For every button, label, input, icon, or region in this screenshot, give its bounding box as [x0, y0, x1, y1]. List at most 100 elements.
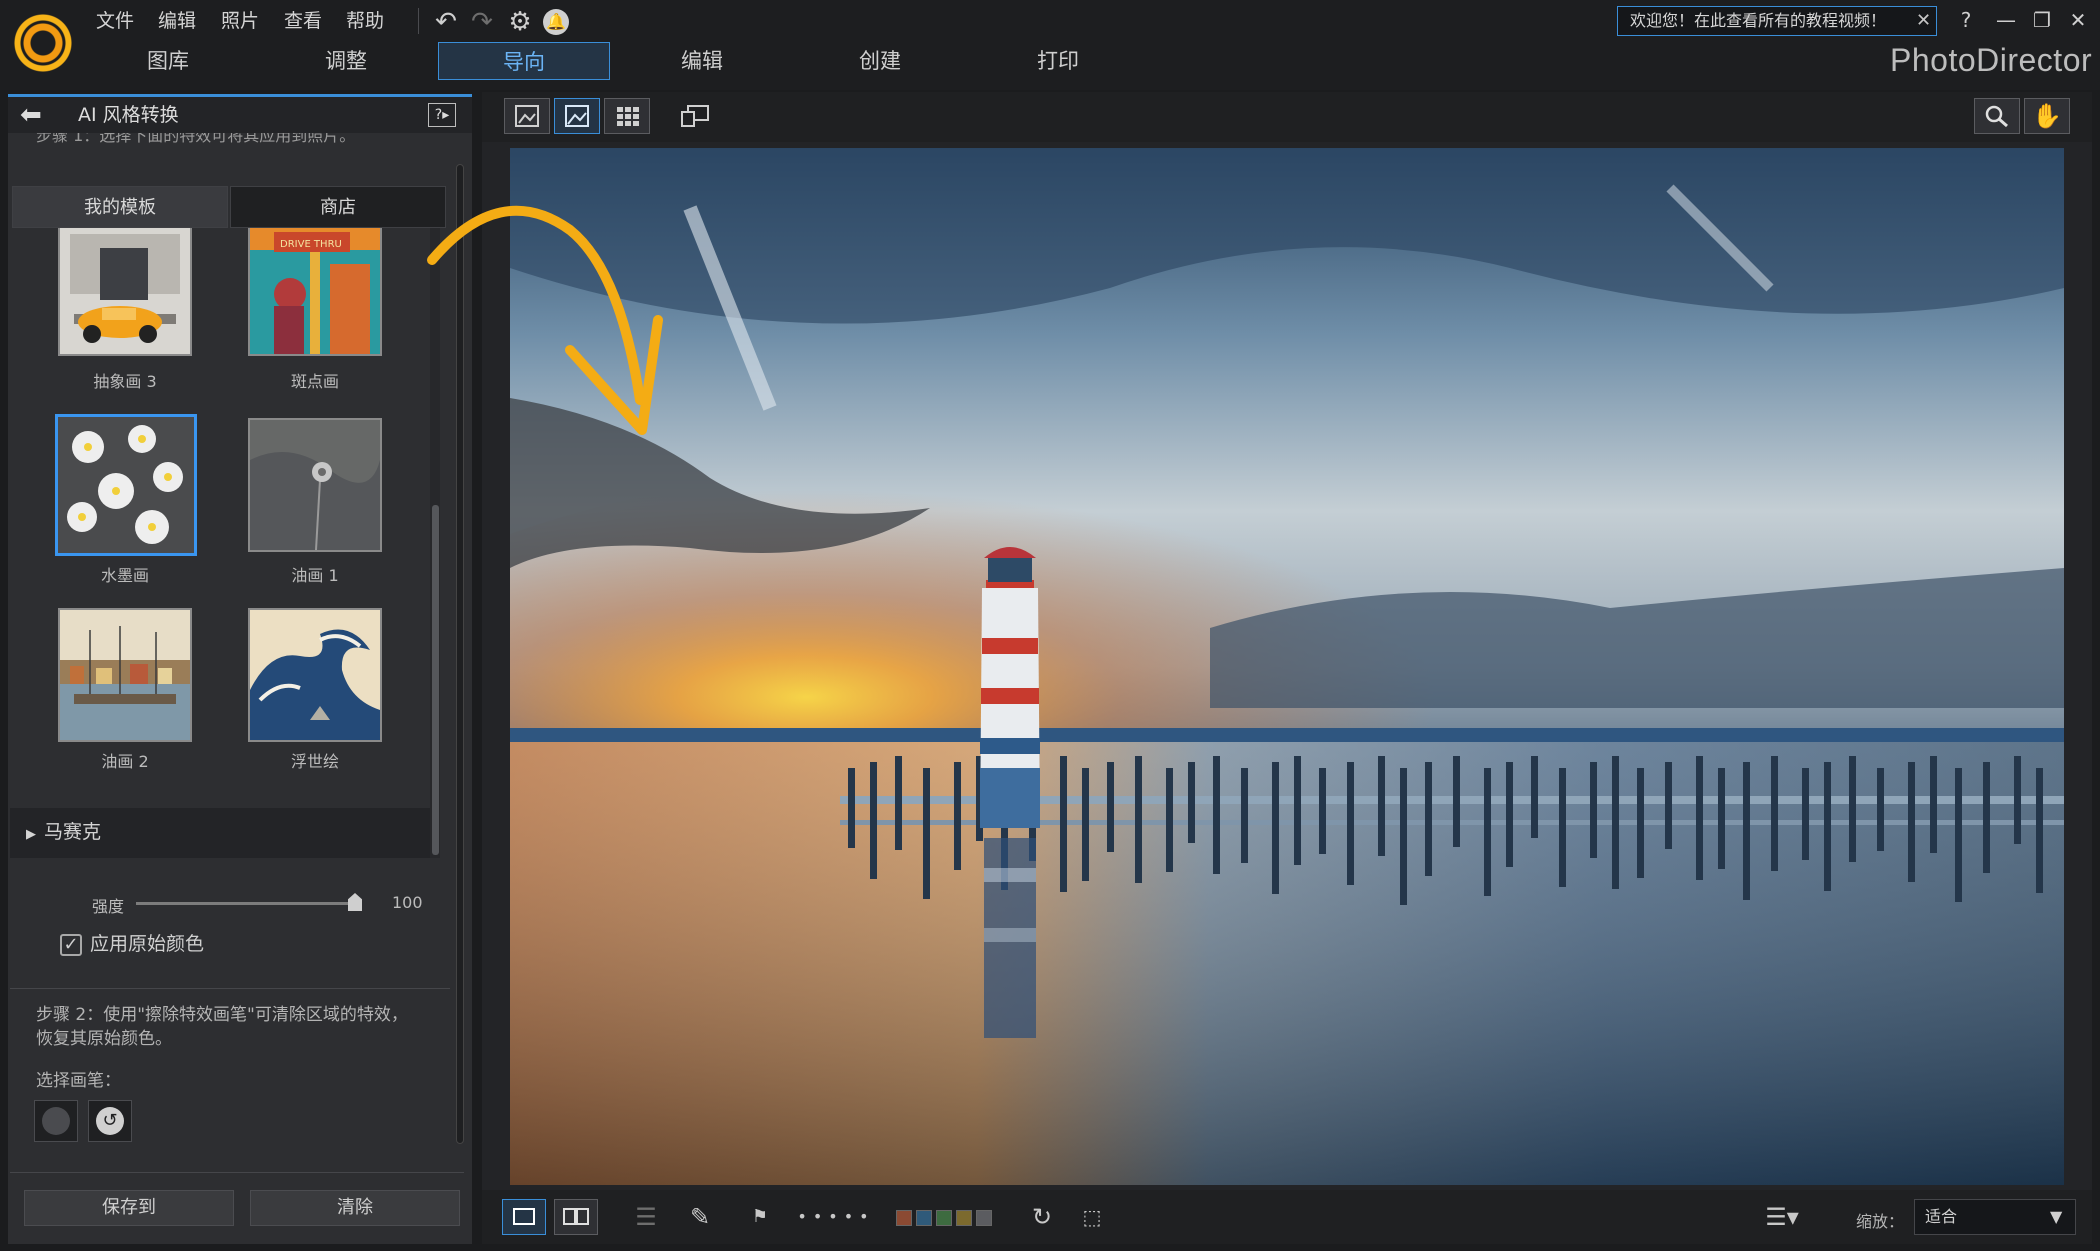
window-close-icon[interactable]: ✕ [2062, 4, 2094, 36]
single-display-button[interactable] [502, 1199, 546, 1235]
single-view-button[interactable] [554, 98, 600, 134]
minimize-icon[interactable]: — [1990, 4, 2022, 36]
undo-icon[interactable]: ↶ [430, 6, 462, 38]
eraser-brush-button[interactable]: ↺ [88, 1100, 132, 1142]
color-label-blue[interactable] [916, 1210, 932, 1226]
grid-icon [617, 107, 639, 126]
tab-edit[interactable]: 编辑 [616, 42, 788, 80]
divider [10, 988, 450, 989]
zoom-tool-button[interactable] [1974, 98, 2020, 134]
oil-1-thumbnail-image [250, 420, 380, 551]
oil-2-thumbnail-image [60, 610, 190, 740]
color-label-gray[interactable] [976, 1210, 992, 1226]
round-brush-icon [42, 1107, 70, 1135]
grid-view-button[interactable] [604, 98, 650, 134]
style-thumbnail-selected[interactable] [55, 414, 197, 556]
menu-view[interactable]: 查看 [284, 6, 322, 36]
style-thumbnail[interactable] [248, 418, 382, 552]
single-photo-icon [565, 105, 589, 127]
menu-file[interactable]: 文件 [96, 6, 134, 36]
rotate-icon[interactable]: ↻ [1022, 1199, 1062, 1235]
help-icon[interactable]: ? [1950, 4, 1982, 36]
app-logo-icon[interactable] [14, 14, 72, 72]
style-thumbnail-grid: DRIVE THRU 抽象画 3 斑点画 水墨画 油画 1 油画 2 浮世绘 [10, 228, 430, 808]
style-thumbnail[interactable] [248, 608, 382, 742]
strength-value: 100 [392, 893, 423, 912]
menu-help[interactable]: 帮助 [346, 6, 384, 36]
view-toolbar [482, 92, 2092, 142]
expand-triangle-icon: ▶ [26, 827, 36, 842]
hand-icon: ✋ [2032, 102, 2062, 130]
step2-instruction: 步骤 2：使用"擦除特效画笔"可清除区域的特效，恢复其原始颜色。 [36, 1005, 408, 1049]
tab-guided[interactable]: 导向 [438, 42, 610, 80]
compare-view-button[interactable] [504, 98, 550, 134]
edit-pen-icon[interactable]: ✎ [680, 1199, 720, 1235]
side-by-side-button[interactable] [554, 1199, 598, 1235]
tab-library[interactable]: 图库 [82, 42, 254, 80]
round-brush-button[interactable] [34, 1100, 78, 1142]
style-label: 油画 2 [101, 752, 149, 771]
rating-dots[interactable]: ••••• [794, 1199, 878, 1235]
tab-my-templates[interactable]: 我的模板 [12, 186, 228, 228]
keep-original-color-checkbox[interactable]: ✓ [60, 934, 82, 956]
tutorial-help-icon[interactable]: ?▸ [428, 103, 456, 127]
strength-slider-track[interactable] [136, 902, 356, 905]
tab-store[interactable]: 商店 [230, 186, 446, 228]
pan-tool-button[interactable]: ✋ [2024, 98, 2070, 134]
mosaic-group-text: 马赛克 [44, 821, 102, 843]
style-thumbnail[interactable] [58, 228, 192, 356]
tab-print[interactable]: 打印 [972, 42, 1144, 80]
style-label: 斑点画 [290, 372, 339, 391]
style-label: 抽象画 3 [93, 372, 157, 391]
thumbnail-scrollbar-thumb[interactable] [432, 505, 439, 855]
back-arrow-icon[interactable]: ⬅ [20, 101, 56, 129]
style-label: 水墨画 [100, 566, 149, 585]
single-panel-icon [513, 1208, 535, 1225]
menu-photo[interactable]: 照片 [221, 6, 259, 36]
strength-label: 强度 [92, 897, 125, 916]
clear-button[interactable]: 清除 [250, 1190, 460, 1226]
welcome-banner[interactable]: 欢迎您！在此查看所有的教程视频！ [1617, 6, 1937, 36]
keep-original-color-label[interactable]: 应用原始颜色 [90, 930, 204, 958]
settings-gear-icon[interactable]: ⚙ [504, 6, 536, 38]
menu-divider [418, 8, 419, 34]
bottom-toolbar [482, 1190, 2092, 1244]
tab-adjust[interactable]: 调整 [260, 42, 432, 80]
step1-instruction: 步骤 1：选择下面的特效可将其应用到照片。 [36, 133, 356, 145]
stack-icon[interactable]: ☰ [626, 1199, 666, 1235]
notification-bell-icon[interactable]: 🔔 [543, 9, 569, 35]
sort-menu-icon[interactable]: ☰▾ [1762, 1199, 1802, 1235]
panel-title: AI 风格转换 [78, 104, 179, 126]
ukiyoe-thumbnail-image [250, 610, 380, 740]
zoom-label: 缩放： [1856, 1212, 1905, 1231]
color-label-yellow[interactable] [956, 1210, 972, 1226]
magnifier-icon [1985, 105, 2008, 128]
brush-select-label: 选择画笔： [36, 1071, 121, 1091]
redo-icon[interactable]: ↷ [466, 6, 498, 38]
effect-eraser-brush-icon: ↺ [96, 1107, 124, 1135]
crop-icon[interactable]: ⬚ [1072, 1199, 1112, 1235]
restore-icon[interactable]: ❐ [2026, 4, 2058, 36]
divider [10, 1172, 464, 1173]
save-to-button[interactable]: 保存到 [24, 1190, 234, 1226]
abstract-3-thumbnail-image [60, 228, 190, 354]
style-thumbnail[interactable]: DRIVE THRU [248, 228, 382, 356]
chevron-down-icon[interactable]: ▼ [2050, 1199, 2062, 1235]
guide-arrow-icon [427, 205, 663, 435]
style-label: 油画 1 [291, 566, 339, 585]
menu-edit[interactable]: 编辑 [158, 6, 196, 36]
ink-wash-thumbnail-image [58, 417, 194, 553]
color-label-green[interactable] [936, 1210, 952, 1226]
close-icon[interactable]: ✕ [1916, 7, 1934, 35]
style-thumbnail[interactable] [58, 608, 192, 742]
style-label: 浮世绘 [290, 752, 339, 771]
color-label-red[interactable] [896, 1210, 912, 1226]
mosaic-group-label[interactable]: ▶ 马赛克 [26, 818, 101, 849]
lighthouse-painting-image [510, 148, 2064, 1185]
tab-create[interactable]: 创建 [794, 42, 966, 80]
svg-text:DRIVE THRU: DRIVE THRU [280, 239, 342, 250]
flag-icon[interactable]: ⚑ [740, 1199, 780, 1235]
second-monitor-button[interactable] [676, 98, 716, 134]
photo-canvas[interactable] [510, 148, 2064, 1185]
brand-name: PhotoDirector [1890, 42, 2093, 78]
